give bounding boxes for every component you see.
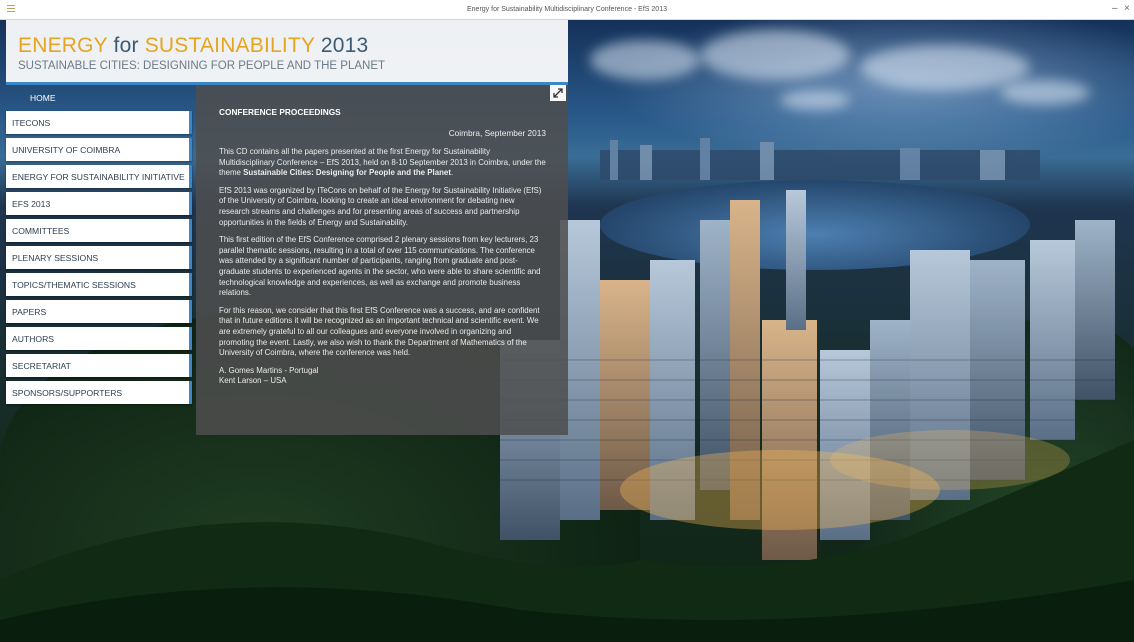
- paragraph-edition: This first edition of the EfS Conference…: [219, 235, 541, 298]
- nav-item-plenary-sessions[interactable]: PLENARY SESSIONS: [6, 246, 192, 269]
- nav-item-sponsors-supporters[interactable]: SPONSORS/SUPPORTERS: [6, 381, 192, 404]
- nav-item-authors[interactable]: AUTHORS: [6, 327, 192, 350]
- content-date: Coimbra, September 2013: [448, 128, 546, 138]
- content-panel: CONFERENCE PROCEEDINGS Coimbra, Septembe…: [196, 85, 568, 435]
- paragraph-intro: This CD contains all the papers presente…: [219, 147, 546, 178]
- brand-word-energy: ENERGY: [18, 34, 108, 57]
- window-title: Energy for Sustainability Multidisciplin…: [467, 6, 667, 13]
- content-body: This CD contains all the papers presente…: [219, 147, 547, 387]
- nav-item-efs-2013[interactable]: EFS 2013: [6, 192, 192, 215]
- paragraph-thanks: For this reason, we consider that this f…: [219, 305, 540, 358]
- conference-theme: Sustainable Cities: Designing for People…: [243, 168, 451, 178]
- nav-item-topics-thematic-sessions[interactable]: TOPICS/THEMATIC SESSIONS: [6, 273, 192, 296]
- site-logo-title[interactable]: ENERGY for SUSTAINABILITY 2013: [18, 34, 368, 58]
- nav-item-papers[interactable]: PAPERS: [6, 300, 192, 323]
- signature-portugal: A. Gomes Martins - Portugal: [219, 365, 319, 375]
- main-nav: ITECONS UNIVERSITY OF COIMBRA ENERGY FOR…: [6, 111, 192, 408]
- nav-item-committees[interactable]: COMMITTEES: [6, 219, 192, 242]
- site-header: ENERGY for SUSTAINABILITY 2013 SUSTAINAB…: [6, 20, 568, 82]
- brand-word-for: for: [107, 34, 145, 57]
- paragraph-organization: EfS 2013 was organized by ITeCons on beh…: [219, 185, 542, 227]
- nav-item-university-of-coimbra[interactable]: UNIVERSITY OF COIMBRA: [6, 138, 192, 161]
- nav-item-itecons[interactable]: ITECONS: [6, 111, 192, 134]
- expand-icon[interactable]: [550, 85, 566, 101]
- content-title: CONFERENCE PROCEEDINGS: [219, 107, 341, 117]
- minimize-button[interactable]: –: [1112, 3, 1118, 14]
- nav-home-link[interactable]: HOME: [6, 90, 194, 106]
- close-button[interactable]: ×: [1124, 3, 1130, 14]
- brand-word-sustainability: SUSTAINABILITY: [144, 34, 315, 57]
- signature-usa: Kent Larson – USA: [219, 376, 287, 386]
- window-title-bar: Energy for Sustainability Multidisciplin…: [0, 0, 1134, 20]
- site-subtitle: SUSTAINABLE CITIES: DESIGNING FOR PEOPLE…: [18, 60, 386, 72]
- brand-word-year: 2013: [314, 34, 369, 57]
- nav-item-energy-for-sustainability-initiative[interactable]: ENERGY FOR SUSTAINABILITY INITIATIVE: [6, 165, 192, 188]
- nav-item-secretariat[interactable]: SECRETARIAT: [6, 354, 192, 377]
